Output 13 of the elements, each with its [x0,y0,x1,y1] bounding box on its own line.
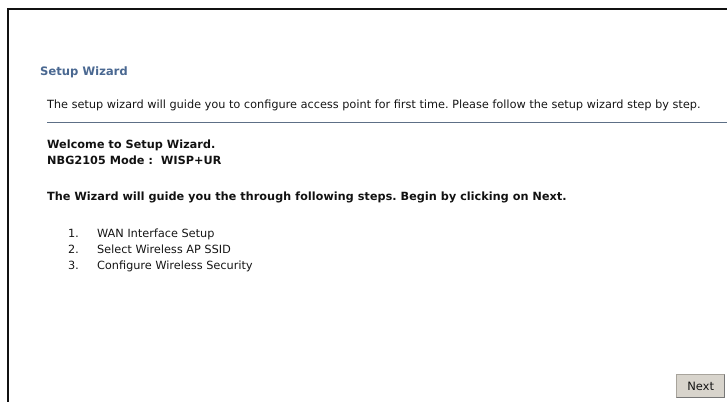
guide-text: The Wizard will guide you the through following steps. Begin by clicking on Next. [47,189,568,205]
step-number: 1. [68,227,80,240]
mode-label: NBG2105 Mode : [47,153,153,169]
step-label: Select Wireless AP SSID [97,243,231,256]
step-label: Configure Wireless Security [97,259,253,272]
step-number: 2. [68,243,80,256]
page-title: Setup Wizard [40,64,129,78]
next-button[interactable]: Next [676,374,725,398]
step-label: WAN Interface Setup [97,227,214,240]
step-number: 3. [68,259,80,272]
intro-text: The setup wizard will guide you to configure access point for first time. Please follow the setup wizard step by step. [47,97,702,112]
welcome-text: Welcome to Setup Wizard. [47,137,216,153]
mode-value: WISP+UR [160,153,222,169]
